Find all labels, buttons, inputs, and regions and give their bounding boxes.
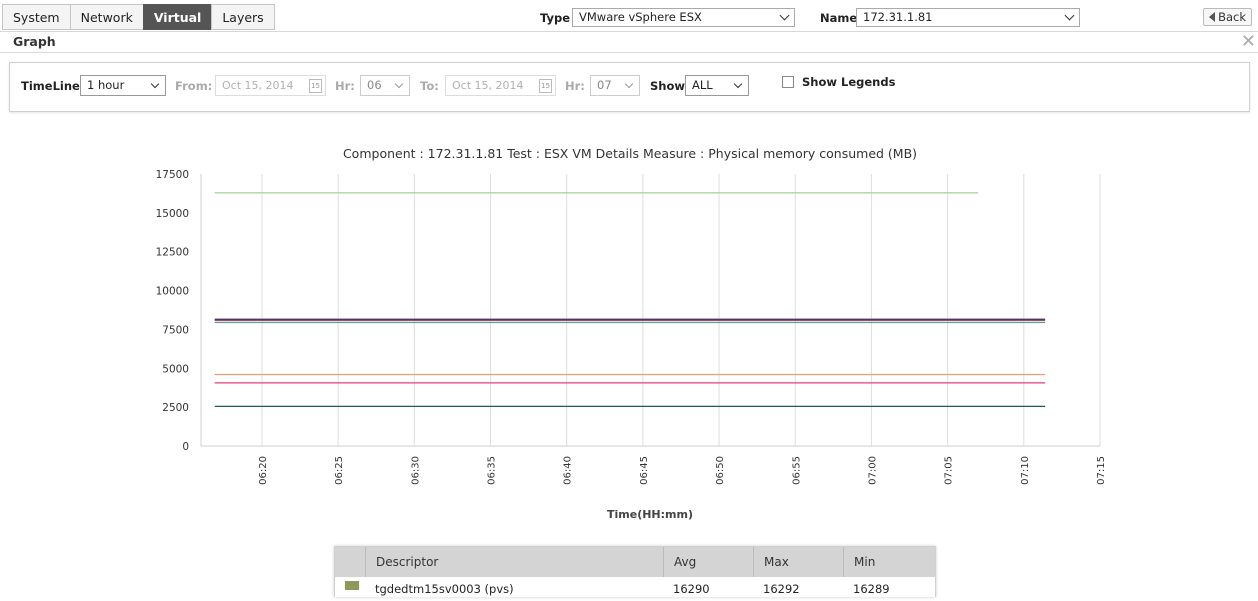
- x-tick-label: 06:50: [715, 456, 726, 485]
- x-axis-label: Time(HH:mm): [607, 508, 693, 521]
- y-tick-label: 15000: [156, 208, 189, 220]
- x-tick-label: 06:45: [639, 456, 650, 485]
- y-tick-label: 2500: [162, 402, 189, 414]
- chart-title: Component : 172.31.1.81 Test : ESX VM De…: [343, 146, 917, 161]
- row-min: 16289: [853, 582, 890, 596]
- x-tick-label: 06:35: [487, 456, 498, 485]
- x-tick-label: 06:25: [334, 456, 345, 485]
- header-max[interactable]: Max: [753, 547, 843, 577]
- series-color-swatch: [345, 581, 359, 590]
- header-descriptor[interactable]: Descriptor: [365, 547, 663, 577]
- header-color: [335, 547, 365, 577]
- y-tick-label: 10000: [156, 286, 189, 298]
- x-tick-label: 07:15: [1096, 456, 1107, 485]
- table-header: Descriptor Avg Max Min: [335, 547, 935, 577]
- y-tick-label: 5000: [162, 363, 189, 375]
- x-axis: 06:20 06:25 06:30 06:35 06:40 06:45 06:50 06:55…: [201, 445, 1107, 485]
- row-max: 16292: [763, 582, 800, 596]
- table-row[interactable]: tgdedtm15sv0003 (pvs) 16290 16292 16289: [335, 577, 935, 597]
- row-descriptor: tgdedtm15sv0003 (pvs): [375, 582, 514, 596]
- x-tick-label: 07:00: [867, 456, 878, 485]
- x-tick-label: 06:40: [563, 456, 574, 485]
- legend-table: Descriptor Avg Max Min tgdedtm15sv0003 (…: [334, 546, 936, 597]
- y-axis: 0 2500 5000 7500 10000 12500 15000 17500: [156, 169, 202, 453]
- x-tick-label: 06:20: [258, 456, 269, 485]
- line-chart: Component : 172.31.1.81 Test : ESX VM De…: [156, 146, 1107, 521]
- y-tick-label: 7500: [162, 324, 189, 336]
- y-tick-label: 12500: [156, 247, 189, 259]
- x-tick-label: 07:10: [1020, 456, 1031, 485]
- row-color-cell: [335, 577, 365, 597]
- x-tick-label: 07:05: [944, 456, 955, 485]
- row-avg: 16290: [673, 582, 710, 596]
- y-tick-label: 0: [182, 441, 189, 453]
- y-tick-label: 17500: [156, 169, 189, 181]
- chart-grid: [261, 174, 1101, 446]
- header-min[interactable]: Min: [843, 547, 935, 577]
- chart-series: [214, 192, 1046, 408]
- x-tick-label: 06:55: [791, 456, 802, 485]
- x-tick-label: 06:30: [410, 456, 421, 485]
- header-avg[interactable]: Avg: [663, 547, 753, 577]
